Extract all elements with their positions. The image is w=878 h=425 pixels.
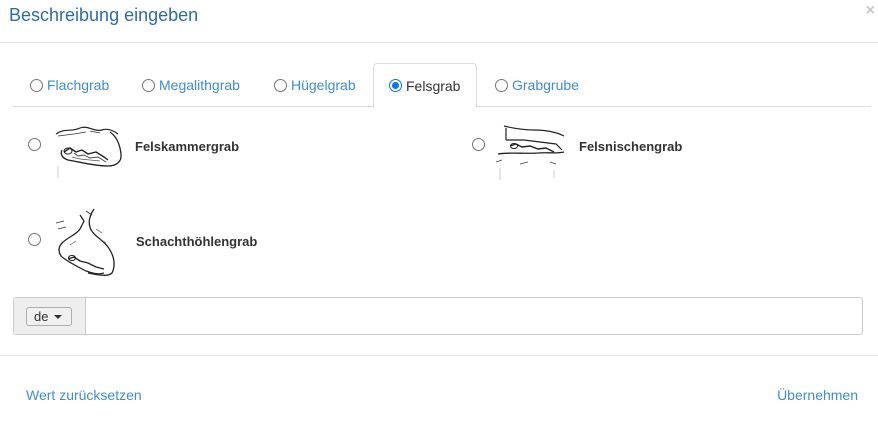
schachthoehlengrab-image bbox=[55, 208, 115, 276]
tab-radio-checked[interactable] bbox=[389, 79, 402, 92]
tab-huegelgrab[interactable]: Hügelgrab bbox=[274, 63, 356, 107]
apply-link[interactable]: Übernehmen bbox=[777, 387, 858, 403]
tab-radio[interactable] bbox=[274, 78, 287, 92]
tab-label: Megalithgrab bbox=[159, 77, 240, 93]
caret-down-icon bbox=[54, 314, 63, 319]
tab-label: Flachgrab bbox=[47, 77, 110, 93]
tab-bar: Flachgrab Megalithgrab Hügelgrab Felsgra… bbox=[13, 63, 871, 108]
tab-felsgrab[interactable]: Felsgrab bbox=[373, 63, 477, 108]
language-dropdown[interactable]: de bbox=[26, 307, 72, 326]
close-icon[interactable]: × bbox=[866, 1, 875, 21]
dialog-title: Beschreibung eingeben bbox=[9, 5, 199, 25]
felsnischengrab-image bbox=[495, 125, 565, 180]
felskammergrab-image bbox=[55, 126, 122, 178]
tab-radio[interactable] bbox=[30, 78, 43, 92]
tab-label: Felsgrab bbox=[406, 77, 461, 94]
tab-grabgrube[interactable]: Grabgrube bbox=[495, 63, 579, 107]
tab-megalithgrab[interactable]: Megalithgrab bbox=[142, 63, 240, 107]
tab-radio[interactable] bbox=[142, 78, 155, 92]
option-label: Schachthöhlengrab bbox=[136, 234, 258, 249]
language-addon: de bbox=[14, 298, 86, 334]
option-radio[interactable] bbox=[472, 138, 485, 151]
reset-value-link[interactable]: Wert zurücksetzen bbox=[26, 387, 142, 403]
tab-flachgrab[interactable]: Flachgrab bbox=[30, 63, 109, 107]
tab-radio[interactable] bbox=[495, 78, 508, 92]
language-value: de bbox=[34, 309, 49, 324]
tab-label: Grabgrube bbox=[512, 77, 579, 93]
option-radio[interactable] bbox=[28, 233, 41, 246]
option-label: Felskammergrab bbox=[135, 139, 240, 154]
description-input-group: de bbox=[13, 297, 863, 335]
option-radio[interactable] bbox=[28, 138, 41, 151]
option-label: Felsnischengrab bbox=[579, 139, 683, 154]
dialog-header: Beschreibung eingeben × bbox=[0, 0, 878, 43]
description-input[interactable] bbox=[86, 298, 862, 334]
tab-label: Hügelgrab bbox=[291, 77, 356, 93]
dialog-footer: Wert zurücksetzen Übernehmen bbox=[0, 355, 878, 425]
